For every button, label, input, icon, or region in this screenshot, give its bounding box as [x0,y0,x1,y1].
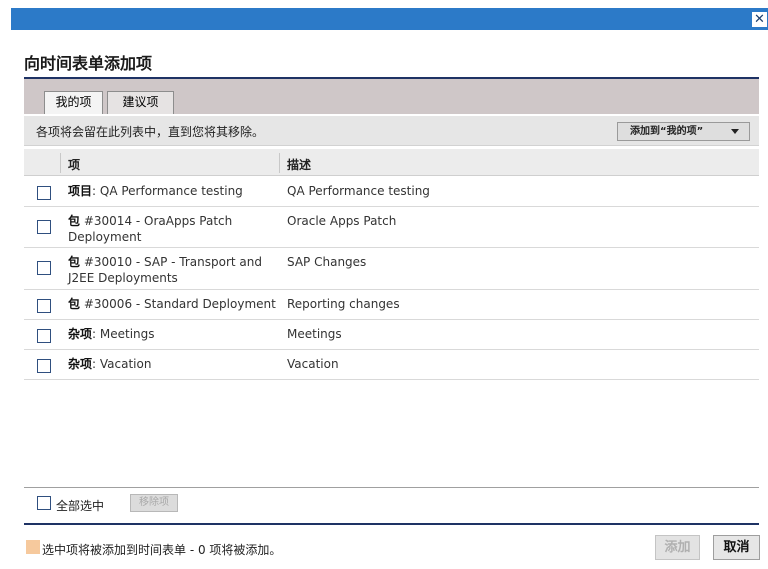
description-cell: Meetings [287,327,342,341]
select-all-checkbox[interactable] [37,496,51,510]
tab-suggested-items[interactable]: 建议项 [107,91,174,114]
column-divider [279,153,280,173]
dialog-title: 向时间表单添加项 [24,54,153,73]
item-cell: 项目: QA Performance testing [68,183,282,199]
description-cell: Oracle Apps Patch [287,214,397,228]
table-row: 包 #30010 - SAP - Transport and J2EE Depl… [24,248,759,290]
table-header: 项 描述 [24,149,759,176]
remove-items-button[interactable]: 移除项 [130,494,178,512]
table-row: 项目: QA Performance testing QA Performanc… [24,177,759,207]
row-checkbox[interactable] [37,299,51,313]
titlebar-band [11,8,768,30]
column-header-item[interactable]: 项 [68,156,80,173]
description-cell: SAP Changes [287,255,367,269]
row-checkbox[interactable] [37,329,51,343]
column-divider [60,153,61,173]
selected-legend-swatch [26,540,40,554]
item-cell: 包 #30006 - Standard Deployment [68,296,282,312]
table-row: 包 #30006 - Standard Deployment Reporting… [24,290,759,320]
item-name: Vacation [99,357,152,371]
item-name: #30010 - SAP - Transport and J2EE Deploy… [68,255,262,285]
cancel-button[interactable]: 取消 [713,535,760,560]
add-button[interactable]: 添加 [655,535,700,560]
table-row: 包 #30014 - OraApps Patch Deployment Orac… [24,207,759,248]
item-cell: 包 #30010 - SAP - Transport and J2EE Depl… [68,254,282,286]
table-row: 杂项: Vacation Vacation [24,350,759,380]
tab-strip: 我的项 建议项 [24,79,759,114]
item-kind: 包 [68,214,81,228]
info-text: 各项将会留在此列表中，直到您将其移除。 [36,125,265,139]
items-table: 项目: QA Performance testing QA Performanc… [24,177,759,380]
item-kind: 杂项 [68,327,93,341]
add-to-my-items-dropdown[interactable]: 添加到“我的项” [617,122,750,141]
item-cell: 杂项: Vacation [68,356,282,372]
item-cell: 杂项: Meetings [68,326,282,342]
item-separator: : [92,357,100,371]
row-checkbox[interactable] [37,261,51,275]
item-name: #30006 - Standard Deployment [83,297,276,311]
item-separator: : [92,184,100,198]
footer-status: 选中项将被添加到时间表单 - 0 项将被添加。 [42,541,281,558]
table-row: 杂项: Meetings Meetings [24,320,759,350]
item-separator: : [92,327,100,341]
caret-down-icon [731,129,739,134]
item-name: #30014 - OraApps Patch Deployment [68,214,233,244]
list-bottom-divider [24,487,759,488]
item-cell: 包 #30014 - OraApps Patch Deployment [68,213,282,245]
item-name: Meetings [99,327,155,341]
footer-divider [24,523,759,525]
description-cell: Reporting changes [287,297,400,311]
item-kind: 项目 [68,184,93,198]
add-to-my-items-label: 添加到“我的项” [630,126,704,137]
close-icon[interactable]: ✕ [752,12,767,27]
row-checkbox[interactable] [37,186,51,200]
item-kind: 包 [68,255,81,269]
item-kind: 杂项 [68,357,93,371]
add-count-text: - 0 项将被添加。 [186,543,282,557]
item-name: QA Performance testing [99,184,243,198]
row-checkbox[interactable] [37,359,51,373]
select-all-label: 全部选中 [56,499,105,513]
item-kind: 包 [68,297,81,311]
row-checkbox[interactable] [37,220,51,234]
dialog-titlebar: ✕ [0,0,768,30]
description-cell: QA Performance testing [287,184,430,198]
description-cell: Vacation [287,357,339,371]
column-header-description[interactable]: 描述 [287,156,311,173]
tab-my-items[interactable]: 我的项 [44,91,103,114]
legend-text: 选中项将被添加到时间表单 [42,543,187,557]
info-bar: 各项将会留在此列表中，直到您将其移除。 添加到“我的项” [24,116,759,146]
